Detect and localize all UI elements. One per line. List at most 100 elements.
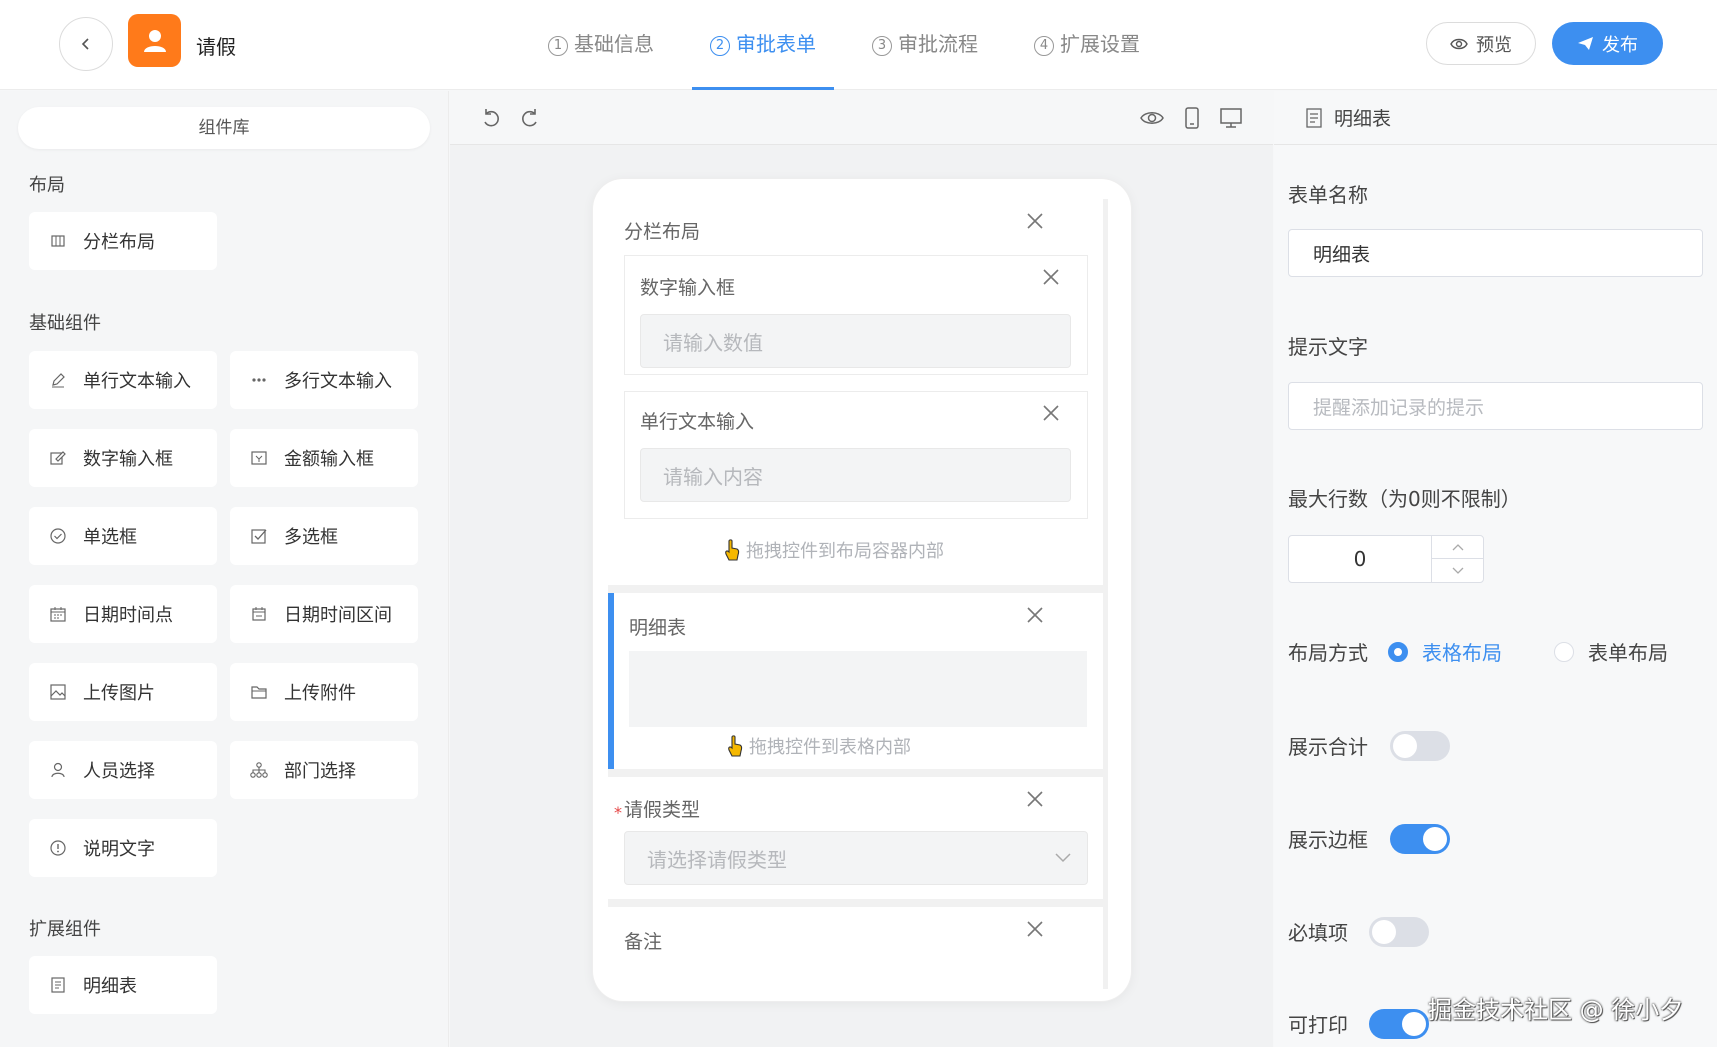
form-name-label: 表单名称 (1288, 183, 1368, 207)
close-icon[interactable] (1041, 267, 1061, 287)
form-canvas: 分栏布局 数字输入框 请输入数值 单行文本输入 请输入内容 拖拽控件到布局容器内… (450, 91, 1273, 1047)
comp-description-text[interactable]: 说明文字 (29, 819, 217, 877)
tab-approval-form[interactable]: 2 审批表单 (682, 0, 844, 90)
max-rows-value[interactable]: 0 (1289, 536, 1432, 582)
undo-icon[interactable] (480, 107, 502, 129)
show-border-toggle[interactable] (1390, 824, 1450, 854)
columns-icon (49, 232, 67, 250)
chevron-up-icon (1452, 543, 1463, 550)
send-icon (1578, 37, 1593, 50)
form-name-input[interactable]: 明细表 (1288, 229, 1703, 277)
radio-table-layout[interactable]: 表格布局 (1388, 637, 1502, 666)
detail-table-label: 明细表 (629, 617, 687, 639)
max-rows-label: 最大行数（为0则不限制） (1288, 487, 1521, 511)
tab-approval-flow[interactable]: 3 审批流程 (844, 0, 1006, 90)
required-toggle[interactable] (1369, 917, 1429, 947)
chevron-down-icon (1452, 567, 1463, 574)
close-icon[interactable] (1025, 211, 1045, 231)
back-button[interactable] (59, 17, 113, 71)
number-input[interactable]: 请输入数值 (640, 314, 1071, 368)
comp-radio[interactable]: 单选框 (29, 507, 217, 565)
calendar-range-icon (250, 605, 268, 623)
text-field-block[interactable]: 单行文本输入 请输入内容 (624, 391, 1088, 519)
comp-amount-input[interactable]: 金额输入框 (230, 429, 418, 487)
document-icon (49, 976, 67, 994)
comp-single-line-text[interactable]: 单行文本输入 (29, 351, 217, 409)
close-icon[interactable] (1025, 789, 1045, 809)
show-total-toggle[interactable] (1390, 731, 1450, 761)
eye-icon[interactable] (1140, 107, 1164, 129)
chevron-left-icon (81, 38, 89, 50)
comp-person-select[interactable]: 人员选择 (29, 741, 217, 799)
printable-toggle[interactable] (1369, 1009, 1429, 1039)
close-icon[interactable] (1025, 919, 1045, 939)
toggle-knob (1423, 827, 1447, 851)
app-title: 请假 (196, 35, 236, 59)
step-tabs: 1 基础信息 2 审批表单 3 审批流程 4 扩展设置 (520, 0, 1168, 90)
close-icon[interactable] (1041, 403, 1061, 423)
chevron-down-icon (1055, 853, 1071, 863)
comp-multi-line-text[interactable]: 多行文本输入 (230, 351, 418, 409)
check-circle-icon (49, 527, 67, 545)
properties-header: 明细表 (1274, 91, 1717, 145)
increment-button[interactable] (1432, 536, 1483, 559)
printable-label: 可打印 (1288, 1013, 1348, 1037)
edit-icon (49, 449, 67, 467)
radio-form-layout[interactable]: 表单布局 (1554, 637, 1668, 666)
comp-datetime[interactable]: 日期时间点 (29, 585, 217, 643)
tab-extended-settings[interactable]: 4 扩展设置 (1006, 0, 1168, 90)
table-drop-zone[interactable] (629, 651, 1087, 727)
image-icon (49, 683, 67, 701)
user-avatar-icon (128, 14, 181, 67)
document-icon (1306, 107, 1322, 128)
show-total-label: 展示合计 (1288, 735, 1368, 759)
preview-button[interactable]: 预览 (1426, 22, 1536, 65)
comp-detail-table[interactable]: 明细表 (29, 956, 217, 1014)
hint-text-label: 提示文字 (1288, 335, 1368, 359)
library-title[interactable]: 组件库 (18, 107, 430, 149)
org-chart-icon (250, 761, 268, 779)
comp-column-layout[interactable]: 分栏布局 (29, 212, 217, 270)
group-title-layout: 布局 (29, 175, 65, 196)
comp-number-input[interactable]: 数字输入框 (29, 429, 217, 487)
leave-type-select[interactable]: 请选择请假类型 (624, 831, 1088, 885)
calendar-icon (49, 605, 67, 623)
leave-type-block[interactable]: * 请假类型 请选择请假类型 (608, 777, 1103, 899)
remark-block[interactable]: 备注 (608, 907, 1103, 989)
column-layout-block[interactable]: 分栏布局 数字输入框 请输入数值 单行文本输入 请输入内容 拖拽控件到布局容器内… (608, 199, 1103, 585)
component-library: 组件库 布局 分栏布局 基础组件 单行文本输入 多行文本输入 数字输入框 金额输… (0, 91, 449, 1047)
comp-datetime-range[interactable]: 日期时间区间 (230, 585, 418, 643)
layout-mode-label: 布局方式 (1288, 641, 1368, 665)
comp-checkbox[interactable]: 多选框 (230, 507, 418, 565)
number-field-block[interactable]: 数字输入框 请输入数值 (624, 255, 1088, 375)
text-field-label: 单行文本输入 (640, 411, 755, 433)
comp-upload-image[interactable]: 上传图片 (29, 663, 217, 721)
leave-type-label: 请假类型 (624, 799, 701, 821)
required-mark: * (614, 803, 622, 822)
close-icon[interactable] (1025, 605, 1045, 625)
toggle-knob (1393, 734, 1417, 758)
radio-dot (1388, 641, 1408, 662)
checkbox-icon (250, 527, 268, 545)
step-number: 4 (1034, 36, 1054, 56)
properties-panel: 明细表 表单名称 明细表 提示文字 提醒添加记录的提示 最大行数（为0则不限制）… (1274, 91, 1717, 1047)
drop-hint: 拖拽控件到布局容器内部 (724, 537, 944, 563)
decrement-button[interactable] (1432, 559, 1483, 582)
tab-basic-info[interactable]: 1 基础信息 (520, 0, 682, 90)
step-number: 1 (548, 36, 568, 56)
publish-button[interactable]: 发布 (1552, 22, 1663, 65)
desktop-icon[interactable] (1220, 107, 1242, 129)
eye-icon (1450, 38, 1468, 49)
watermark: 掘金技术社区 @ 徐小夕 (1428, 996, 1684, 1024)
hint-text-input[interactable]: 提醒添加记录的提示 (1288, 382, 1703, 430)
comp-upload-attachment[interactable]: 上传附件 (230, 663, 418, 721)
comp-department-select[interactable]: 部门选择 (230, 741, 418, 799)
detail-table-block[interactable]: 明细表 拖拽控件到表格内部 (608, 593, 1103, 769)
text-input[interactable]: 请输入内容 (640, 448, 1071, 502)
toggle-knob (1372, 920, 1396, 944)
radio-dot (1554, 641, 1574, 662)
max-rows-stepper[interactable]: 0 (1288, 535, 1484, 583)
mobile-icon[interactable] (1181, 107, 1203, 129)
redo-icon[interactable] (519, 107, 541, 129)
drop-hint: 拖拽控件到表格内部 (727, 733, 911, 759)
